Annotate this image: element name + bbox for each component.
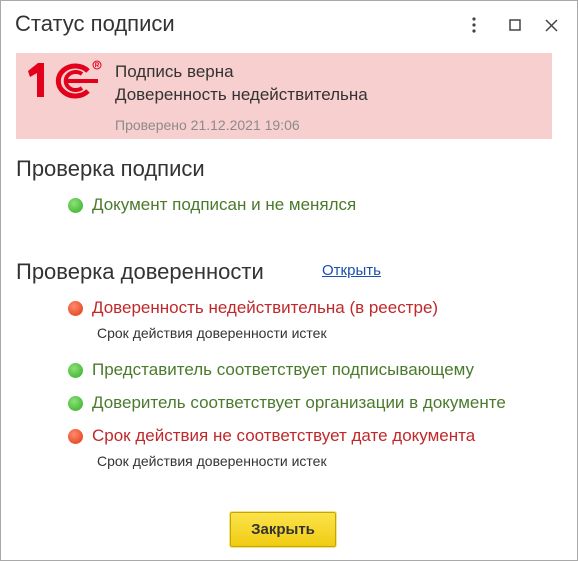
status-error-icon — [68, 300, 83, 316]
checked-timestamp: Проверено 21.12.2021 19:06 — [115, 117, 300, 133]
status-error-icon — [68, 428, 83, 444]
check-text: Срок действия не соответствует дате доку… — [92, 426, 476, 445]
check-item: Документ подписан и не менялся — [68, 194, 356, 216]
check-item: Представитель соответствует подписывающе… — [68, 359, 474, 381]
open-proxy-link[interactable]: Открыть — [322, 262, 381, 279]
signature-valid-text: Подпись верна — [115, 62, 234, 81]
status-ok-icon — [68, 197, 83, 213]
proxy-section-title: Проверка доверенности — [16, 259, 264, 284]
close-button[interactable]: Закрыть — [230, 512, 336, 547]
maximize-icon[interactable] — [503, 13, 527, 37]
close-icon[interactable] — [539, 13, 563, 37]
check-detail: Срок действия доверенности истек — [97, 325, 327, 341]
check-item: Доверенность недействительна (в реестре) — [68, 297, 438, 319]
check-text: Доверитель соответствует организации в д… — [92, 393, 506, 412]
check-item: Срок действия не соответствует дате доку… — [68, 425, 475, 447]
window-title: Статус подписи — [15, 11, 175, 36]
check-text: Представитель соответствует подписывающе… — [92, 360, 475, 379]
check-item: Доверитель соответствует организации в д… — [68, 392, 506, 414]
1c-logo — [24, 59, 104, 101]
check-text: Доверенность недействительна (в реестре) — [92, 298, 439, 317]
signature-section-title: Проверка подписи — [16, 156, 205, 181]
check-detail: Срок действия доверенности истек — [97, 453, 327, 469]
proxy-invalid-text: Доверенность недействительна — [115, 85, 368, 104]
check-text: Документ подписан и не менялся — [92, 195, 357, 214]
status-banner: Подпись верна Доверенность недействитель… — [16, 53, 552, 139]
status-ok-icon — [68, 395, 83, 411]
more-vertical-icon[interactable] — [462, 13, 486, 37]
status-ok-icon — [68, 362, 83, 378]
signature-status-window: Статус подписи Подпись верна Доверенност… — [0, 0, 578, 561]
title-bar: Статус подписи — [1, 1, 577, 47]
